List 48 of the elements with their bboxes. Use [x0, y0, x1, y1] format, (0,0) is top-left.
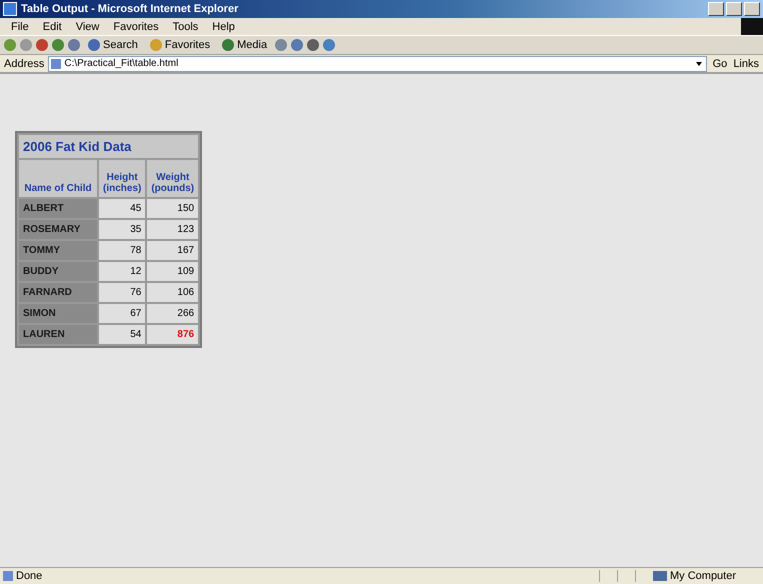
table-cell: ALBERT [19, 199, 97, 218]
menu-item[interactable]: View [68, 20, 106, 32]
table-cell: 109 [147, 262, 198, 281]
zone-label: My Computer [670, 570, 738, 582]
column-header: Name of Child [19, 160, 97, 197]
column-header: Weight (pounds) [147, 160, 198, 197]
table-cell: 35 [99, 220, 146, 239]
table-cell: LAUREN [19, 325, 97, 344]
table-title: 2006 Fat Kid Data [19, 135, 198, 158]
window-title: Table Output - Microsoft Internet Explorer [21, 3, 240, 15]
table-cell: 12 [99, 262, 146, 281]
table-cell: BUDDY [19, 262, 97, 281]
toolbar-button[interactable]: Media [218, 39, 272, 51]
toolbar-button[interactable]: Search [84, 39, 142, 51]
menu-item[interactable]: Edit [36, 20, 69, 32]
table-cell: 45 [99, 199, 146, 218]
logo-icon [741, 18, 763, 35]
table-cell: 78 [99, 241, 146, 260]
table-cell: FARNARD [19, 283, 97, 302]
table-cell: ROSEMARY [19, 220, 97, 239]
table-cell: 150 [147, 199, 198, 218]
close-button[interactable] [744, 2, 760, 16]
toolbar-button[interactable]: Favorites [146, 39, 214, 51]
links-button[interactable]: Links [733, 58, 759, 70]
table-cell: 876 [147, 325, 198, 344]
table-cell: 266 [147, 304, 198, 323]
menu-item[interactable]: Tools [166, 20, 206, 32]
go-button[interactable]: Go [710, 58, 730, 70]
table-cell: 123 [147, 220, 198, 239]
page-icon [3, 571, 13, 581]
browser-icon [3, 2, 17, 16]
table-cell: 67 [99, 304, 146, 323]
table-cell: 167 [147, 241, 198, 260]
computer-icon [653, 571, 667, 581]
address-label: Address [4, 58, 44, 70]
status-text: Done [16, 570, 42, 582]
menu-item[interactable]: Favorites [106, 20, 166, 32]
table-cell: TOMMY [19, 241, 97, 260]
column-header: Height (inches) [99, 160, 146, 197]
table-cell: SIMON [19, 304, 97, 323]
table-cell: 76 [99, 283, 146, 302]
table-cell: 106 [147, 283, 198, 302]
minimize-button[interactable] [708, 2, 724, 16]
menu-item[interactable]: File [4, 20, 36, 32]
address-field[interactable]: C:\Practical_Fit\table.html [48, 56, 707, 72]
menu-item[interactable]: Help [205, 20, 242, 32]
table-cell: 54 [99, 325, 146, 344]
maximize-button[interactable] [726, 2, 742, 16]
